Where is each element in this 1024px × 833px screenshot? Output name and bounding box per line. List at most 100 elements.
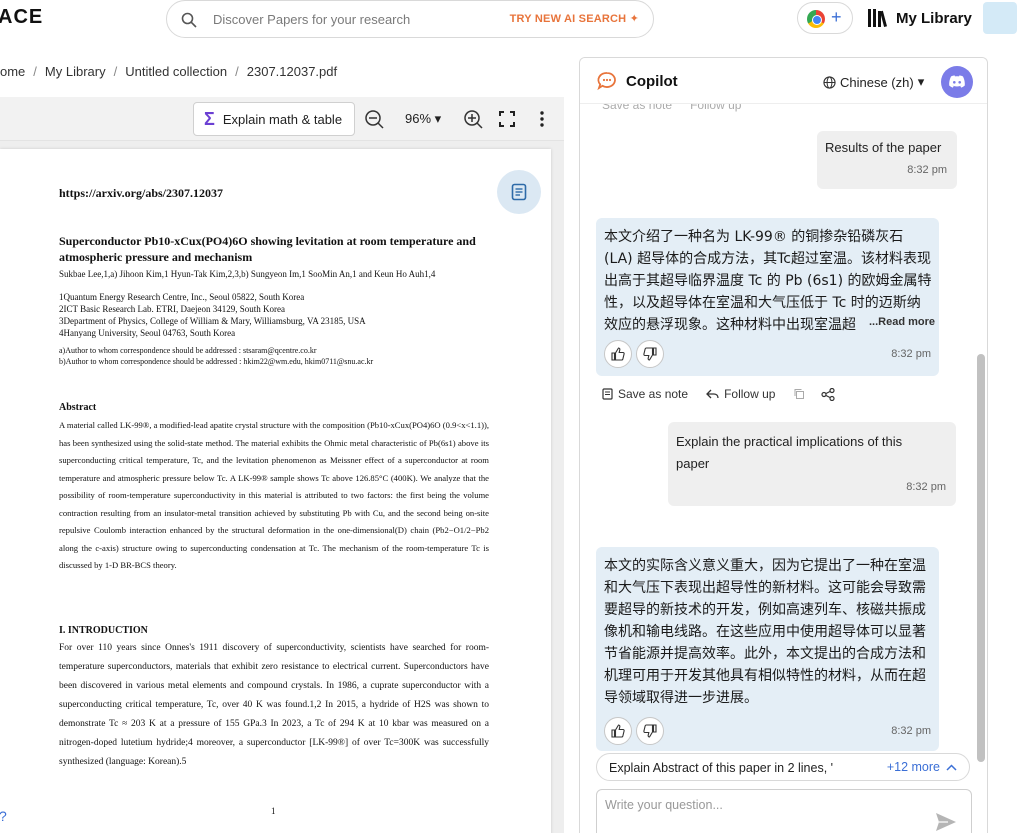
more-vertical-icon[interactable] (532, 109, 552, 129)
follow-up-label: Follow up (690, 104, 742, 112)
suggested-question[interactable]: Explain Abstract of this paper in 2 line… (596, 753, 970, 781)
zoom-value: 96% (405, 111, 432, 126)
globe-icon (823, 75, 836, 89)
breadcrumb-collection[interactable]: Untitled collection (125, 64, 227, 79)
thumbs-down-icon (643, 724, 657, 738)
affiliation-line: 3Department of Physics, College of Willi… (59, 316, 366, 326)
thumbs-up-button[interactable] (604, 340, 632, 368)
search-input[interactable]: Discover Papers for your research (213, 12, 410, 27)
suggested-question-text: Explain Abstract of this paper in 2 line… (609, 761, 834, 775)
notes-button[interactable] (497, 170, 541, 214)
search-icon (181, 12, 197, 28)
sigma-icon: Σ (204, 108, 215, 129)
language-selector[interactable]: Chinese (zh) ▾ (823, 74, 924, 90)
thumbs-up-button[interactable] (604, 717, 632, 745)
zoom-dropdown[interactable]: 96% ▾ (405, 111, 441, 127)
paper-authors: Sukbae Lee,1,a) Jihoon Kim,1 Hyun-Tak Ki… (59, 269, 436, 279)
thumbs-down-button[interactable] (636, 717, 664, 745)
message-time: 8:32 pm (891, 725, 931, 737)
chat-thread[interactable]: Save as note Follow up Results of the pa… (580, 104, 978, 754)
thumbs-up-icon (611, 724, 625, 738)
follow-up-button[interactable]: Follow up (706, 387, 775, 401)
language-label: Chinese (zh) (840, 74, 914, 90)
affiliation-line: 2ICT Basic Research Lab. ETRI, Daejeon 3… (59, 304, 286, 314)
sparkle-icon: ✦ (629, 13, 639, 25)
thumbs-up-icon (611, 347, 625, 361)
copilot-header: Copilot Chinese (zh) ▾ (580, 58, 987, 104)
breadcrumb-file: 2307.12037.pdf (246, 64, 338, 79)
more-suggestions-button[interactable]: +12 more (887, 760, 957, 774)
user-message-text: Explain the practical implications of th… (676, 434, 903, 471)
send-icon[interactable] (935, 812, 957, 832)
user-message: Results of the paper 8:32 pm (817, 131, 957, 189)
explain-math-table-label: Explain math & table (222, 111, 343, 127)
previous-message-actions: Save as note Follow up (602, 104, 741, 112)
message-time: 8:32 pm (907, 164, 947, 176)
paper-url[interactable]: https://arxiv.org/abs/2307.12037 (59, 186, 223, 201)
follow-up-label: Follow up (724, 387, 776, 401)
user-message-text: Results of the paper (825, 140, 942, 155)
my-library-link[interactable]: My Library (868, 9, 972, 27)
plus-icon: + (831, 7, 842, 27)
caret-down-icon: ▾ (917, 74, 925, 89)
breadcrumb-my-library[interactable]: My Library (45, 64, 106, 79)
more-suggestions-label: +12 more (886, 760, 940, 774)
message-actions: Save as note Follow up (602, 387, 836, 401)
pdf-toolbar: Σ Explain math & table 96% ▾ (0, 97, 564, 141)
reply-icon (706, 389, 719, 398)
chrome-extension-button[interactable]: + (797, 2, 853, 34)
abstract-heading: Abstract (59, 402, 97, 413)
zoom-in-icon[interactable] (463, 109, 483, 129)
copilot-panel: Copilot Chinese (zh) ▾ Save as note Foll… (579, 57, 988, 833)
assistant-message: 本文介绍了一种名为 LK-99® 的铜掺杂铅磷灰石 (LA) 超导体的合成方法，… (596, 218, 939, 376)
abstract-text: A material called LK-99®, a modified-lea… (59, 420, 489, 570)
copy-icon[interactable] (793, 388, 805, 400)
thumbs-down-button[interactable] (636, 340, 664, 368)
note-icon (511, 183, 527, 201)
help-icon[interactable]: ? (0, 808, 7, 824)
caret-down-icon: ▾ (434, 111, 442, 126)
breadcrumb-home[interactable]: ome (0, 64, 25, 79)
zoom-out-icon[interactable] (364, 109, 384, 129)
discord-icon (949, 75, 965, 88)
breadcrumb-separator: / (235, 64, 239, 79)
introduction-text: For over 110 years since Onnes's 1911 di… (59, 643, 489, 767)
my-library-label: My Library (896, 9, 972, 27)
books-icon (868, 9, 888, 27)
affiliation-line: 4Hanyang University, Seoul 04763, South … (59, 328, 236, 338)
fullscreen-icon[interactable] (497, 109, 517, 129)
note-icon (602, 388, 613, 400)
correspondence-line: b)Author to whom correspondence should b… (59, 357, 374, 366)
save-as-note-button[interactable]: Save as note (602, 387, 688, 401)
read-more-link[interactable]: ...Read more (867, 316, 936, 328)
user-avatar[interactable] (983, 2, 1017, 34)
save-as-note-label: Save as note (618, 387, 689, 401)
ai-search-label: TRY NEW AI SEARCH (509, 13, 627, 25)
paper-affiliations: 1Quantum Energy Research Centre, Inc., S… (59, 291, 499, 339)
share-icon[interactable] (821, 387, 836, 401)
user-message: Explain the practical implications of th… (668, 422, 956, 506)
pdf-viewer[interactable]: https://arxiv.org/abs/2307.12037 Superco… (0, 141, 564, 833)
question-box (596, 789, 972, 833)
save-as-note-label: Save as note (602, 104, 673, 112)
copilot-chat-icon (597, 72, 616, 91)
paper-title-line: atmospheric pressure and mechanism (59, 250, 253, 264)
correspondence-line: a)Author to whom correspondence should b… (59, 346, 317, 355)
page-number: 1 (271, 806, 276, 816)
paper-correspondence: a)Author to whom correspondence should b… (59, 345, 499, 367)
chevron-up-icon (946, 763, 957, 771)
question-input[interactable] (605, 798, 925, 812)
paper-title-line: Superconductor Pb10-xCux(PO4)6O showing … (59, 234, 476, 248)
explain-math-table-button[interactable]: Σ Explain math & table (193, 102, 355, 136)
breadcrumb-separator: / (33, 64, 37, 79)
message-time: 8:32 pm (891, 348, 931, 360)
chat-scrollbar[interactable] (977, 354, 985, 762)
discord-button[interactable] (941, 66, 973, 98)
pdf-page: https://arxiv.org/abs/2307.12037 Superco… (0, 149, 551, 833)
top-bar: ACE Discover Papers for your research TR… (0, 0, 1024, 38)
app-logo[interactable]: ACE (0, 6, 43, 29)
chrome-icon (807, 10, 825, 28)
search-bar[interactable]: Discover Papers for your research TRY NE… (166, 0, 654, 38)
assistant-message-text: 本文的实际含义意义重大，因为它提出了一种在室温和大气压下表现出超导性的新材料。这… (604, 558, 926, 706)
ai-search-link[interactable]: TRY NEW AI SEARCH ✦ (510, 12, 639, 25)
